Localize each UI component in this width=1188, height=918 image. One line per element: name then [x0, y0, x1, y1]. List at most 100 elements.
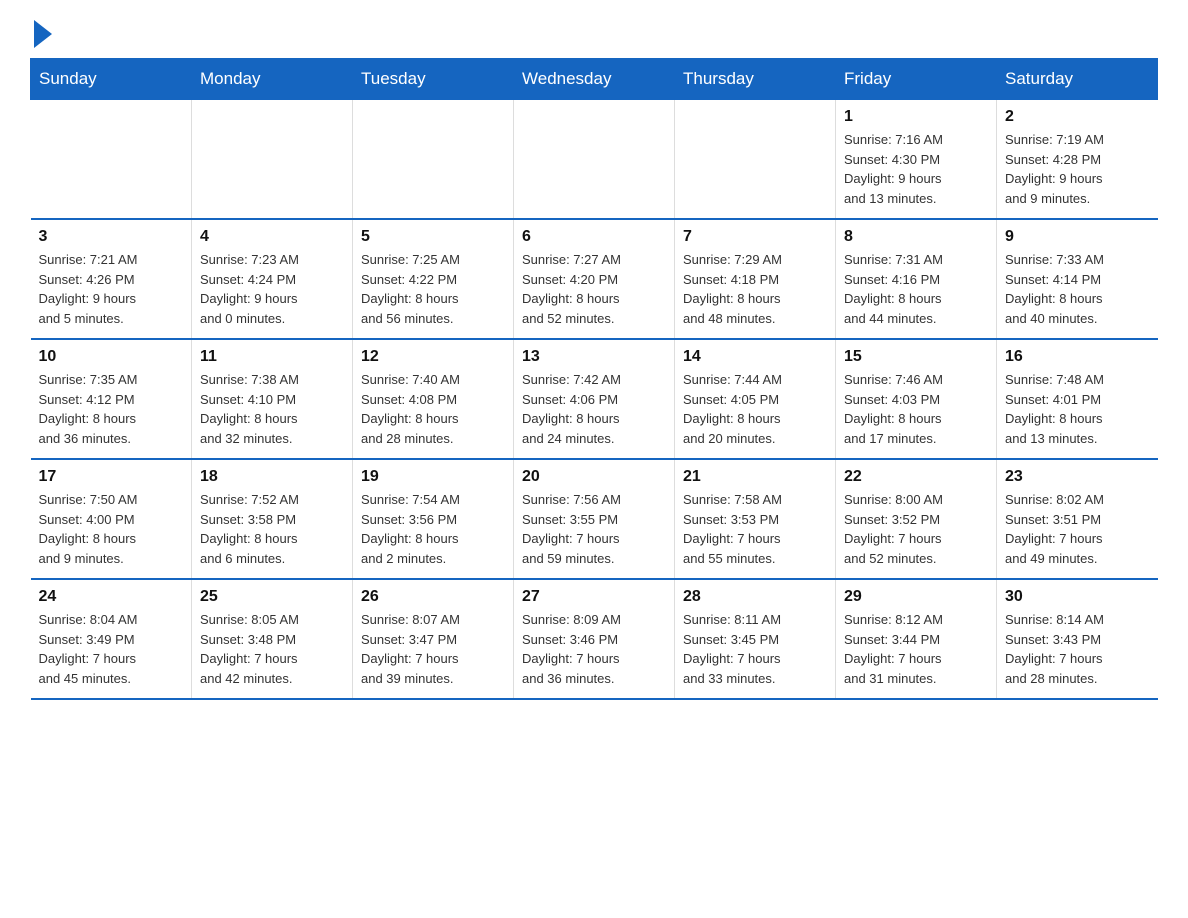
logo-blue-row [30, 20, 52, 48]
day-number: 29 [844, 588, 988, 606]
day-number: 14 [683, 348, 827, 366]
day-number: 23 [1005, 468, 1150, 486]
day-number: 9 [1005, 228, 1150, 246]
day-info: Sunrise: 7:54 AM Sunset: 3:56 PM Dayligh… [361, 490, 505, 568]
calendar-cell: 2 Sunrise: 7:19 AM Sunset: 4:28 PM Daylig… [997, 100, 1158, 220]
day-number: 20 [522, 468, 666, 486]
calendar-body: 1 Sunrise: 7:16 AM Sunset: 4:30 PM Daylig… [31, 100, 1158, 700]
day-number: 2 [1005, 108, 1150, 126]
calendar-cell [353, 100, 514, 220]
calendar-week-row: 1 Sunrise: 7:16 AM Sunset: 4:30 PM Daylig… [31, 100, 1158, 220]
day-number: 11 [200, 348, 344, 366]
calendar-cell: 8 Sunrise: 7:31 AM Sunset: 4:16 PM Daylig… [836, 219, 997, 339]
day-number: 1 [844, 108, 988, 126]
day-info: Sunrise: 7:29 AM Sunset: 4:18 PM Dayligh… [683, 250, 827, 328]
calendar-cell: 26Sunrise: 8:07 AM Sunset: 3:47 PM Dayli… [353, 579, 514, 699]
day-number: 22 [844, 468, 988, 486]
day-number: 4 [200, 228, 344, 246]
day-info: Sunrise: 8:12 AM Sunset: 3:44 PM Dayligh… [844, 610, 988, 688]
day-info: Sunrise: 7:25 AM Sunset: 4:22 PM Dayligh… [361, 250, 505, 328]
calendar-cell: 15 Sunrise: 7:46 AM Sunset: 4:03 PM Dayli… [836, 339, 997, 459]
weekday-header: Tuesday [353, 59, 514, 100]
calendar-cell: 25Sunrise: 8:05 AM Sunset: 3:48 PM Dayli… [192, 579, 353, 699]
page-header [30, 20, 1158, 48]
day-info: Sunrise: 7:42 AM Sunset: 4:06 PM Dayligh… [522, 370, 666, 448]
calendar-cell: 7 Sunrise: 7:29 AM Sunset: 4:18 PM Daylig… [675, 219, 836, 339]
calendar-cell: 1 Sunrise: 7:16 AM Sunset: 4:30 PM Daylig… [836, 100, 997, 220]
day-number: 7 [683, 228, 827, 246]
calendar-cell: 24 Sunrise: 8:04 AM Sunset: 3:49 PM Dayli… [31, 579, 192, 699]
day-info: Sunrise: 7:44 AM Sunset: 4:05 PM Dayligh… [683, 370, 827, 448]
calendar-cell [192, 100, 353, 220]
day-number: 30 [1005, 588, 1150, 606]
calendar-cell: 12 Sunrise: 7:40 AM Sunset: 4:08 PM Dayli… [353, 339, 514, 459]
calendar-week-row: 24 Sunrise: 8:04 AM Sunset: 3:49 PM Dayli… [31, 579, 1158, 699]
day-info: Sunrise: 7:35 AM Sunset: 4:12 PM Dayligh… [39, 370, 184, 448]
calendar-cell: 5 Sunrise: 7:25 AM Sunset: 4:22 PM Daylig… [353, 219, 514, 339]
day-info: Sunrise: 7:50 AM Sunset: 4:00 PM Dayligh… [39, 490, 184, 568]
calendar-week-row: 17 Sunrise: 7:50 AM Sunset: 4:00 PM Dayli… [31, 459, 1158, 579]
calendar-table: SundayMondayTuesdayWednesdayThursdayFrid… [30, 58, 1158, 700]
calendar-cell: 6 Sunrise: 7:27 AM Sunset: 4:20 PM Daylig… [514, 219, 675, 339]
calendar-cell [514, 100, 675, 220]
day-info: Sunrise: 7:31 AM Sunset: 4:16 PM Dayligh… [844, 250, 988, 328]
calendar-cell: 10 Sunrise: 7:35 AM Sunset: 4:12 PM Dayli… [31, 339, 192, 459]
day-number: 6 [522, 228, 666, 246]
calendar-cell [31, 100, 192, 220]
day-info: Sunrise: 7:40 AM Sunset: 4:08 PM Dayligh… [361, 370, 505, 448]
day-info: Sunrise: 8:14 AM Sunset: 3:43 PM Dayligh… [1005, 610, 1150, 688]
calendar-cell: 22 Sunrise: 8:00 AM Sunset: 3:52 PM Dayli… [836, 459, 997, 579]
day-info: Sunrise: 7:46 AM Sunset: 4:03 PM Dayligh… [844, 370, 988, 448]
weekday-header: Saturday [997, 59, 1158, 100]
day-number: 24 [39, 588, 184, 606]
calendar-cell: 27Sunrise: 8:09 AM Sunset: 3:46 PM Dayli… [514, 579, 675, 699]
day-info: Sunrise: 7:21 AM Sunset: 4:26 PM Dayligh… [39, 250, 184, 328]
calendar-cell: 4 Sunrise: 7:23 AM Sunset: 4:24 PM Daylig… [192, 219, 353, 339]
day-info: Sunrise: 8:05 AM Sunset: 3:48 PM Dayligh… [200, 610, 344, 688]
calendar-cell: 19Sunrise: 7:54 AM Sunset: 3:56 PM Dayli… [353, 459, 514, 579]
calendar-week-row: 10 Sunrise: 7:35 AM Sunset: 4:12 PM Dayli… [31, 339, 1158, 459]
day-number: 17 [39, 468, 184, 486]
calendar-cell: 20 Sunrise: 7:56 AM Sunset: 3:55 PM Dayli… [514, 459, 675, 579]
logo-arrow-icon [34, 20, 52, 48]
calendar-cell: 30 Sunrise: 8:14 AM Sunset: 3:43 PM Dayli… [997, 579, 1158, 699]
day-info: Sunrise: 8:02 AM Sunset: 3:51 PM Dayligh… [1005, 490, 1150, 568]
day-info: Sunrise: 8:04 AM Sunset: 3:49 PM Dayligh… [39, 610, 184, 688]
weekday-header-row: SundayMondayTuesdayWednesdayThursdayFrid… [31, 59, 1158, 100]
day-info: Sunrise: 7:56 AM Sunset: 3:55 PM Dayligh… [522, 490, 666, 568]
calendar-cell: 13 Sunrise: 7:42 AM Sunset: 4:06 PM Dayli… [514, 339, 675, 459]
weekday-header: Monday [192, 59, 353, 100]
day-number: 12 [361, 348, 505, 366]
day-number: 10 [39, 348, 184, 366]
calendar-cell: 29 Sunrise: 8:12 AM Sunset: 3:44 PM Dayli… [836, 579, 997, 699]
day-info: Sunrise: 8:00 AM Sunset: 3:52 PM Dayligh… [844, 490, 988, 568]
weekday-header: Sunday [31, 59, 192, 100]
day-info: Sunrise: 7:16 AM Sunset: 4:30 PM Dayligh… [844, 130, 988, 208]
calendar-cell: 17 Sunrise: 7:50 AM Sunset: 4:00 PM Dayli… [31, 459, 192, 579]
day-number: 5 [361, 228, 505, 246]
logo [30, 20, 52, 48]
day-info: Sunrise: 7:52 AM Sunset: 3:58 PM Dayligh… [200, 490, 344, 568]
day-info: Sunrise: 7:27 AM Sunset: 4:20 PM Dayligh… [522, 250, 666, 328]
calendar-cell: 23 Sunrise: 8:02 AM Sunset: 3:51 PM Dayli… [997, 459, 1158, 579]
calendar-cell: 21 Sunrise: 7:58 AM Sunset: 3:53 PM Dayli… [675, 459, 836, 579]
day-number: 13 [522, 348, 666, 366]
day-info: Sunrise: 8:07 AM Sunset: 3:47 PM Dayligh… [361, 610, 505, 688]
day-number: 21 [683, 468, 827, 486]
day-info: Sunrise: 7:33 AM Sunset: 4:14 PM Dayligh… [1005, 250, 1150, 328]
calendar-cell: 11 Sunrise: 7:38 AM Sunset: 4:10 PM Dayli… [192, 339, 353, 459]
day-number: 16 [1005, 348, 1150, 366]
weekday-header: Thursday [675, 59, 836, 100]
calendar-cell: 16Sunrise: 7:48 AM Sunset: 4:01 PM Dayli… [997, 339, 1158, 459]
day-info: Sunrise: 7:23 AM Sunset: 4:24 PM Dayligh… [200, 250, 344, 328]
calendar-cell: 28Sunrise: 8:11 AM Sunset: 3:45 PM Dayli… [675, 579, 836, 699]
day-info: Sunrise: 7:19 AM Sunset: 4:28 PM Dayligh… [1005, 130, 1150, 208]
day-number: 3 [39, 228, 184, 246]
calendar-cell: 9 Sunrise: 7:33 AM Sunset: 4:14 PM Daylig… [997, 219, 1158, 339]
weekday-header: Wednesday [514, 59, 675, 100]
day-info: Sunrise: 7:58 AM Sunset: 3:53 PM Dayligh… [683, 490, 827, 568]
day-number: 8 [844, 228, 988, 246]
day-number: 15 [844, 348, 988, 366]
calendar-cell: 18Sunrise: 7:52 AM Sunset: 3:58 PM Dayli… [192, 459, 353, 579]
day-info: Sunrise: 7:38 AM Sunset: 4:10 PM Dayligh… [200, 370, 344, 448]
